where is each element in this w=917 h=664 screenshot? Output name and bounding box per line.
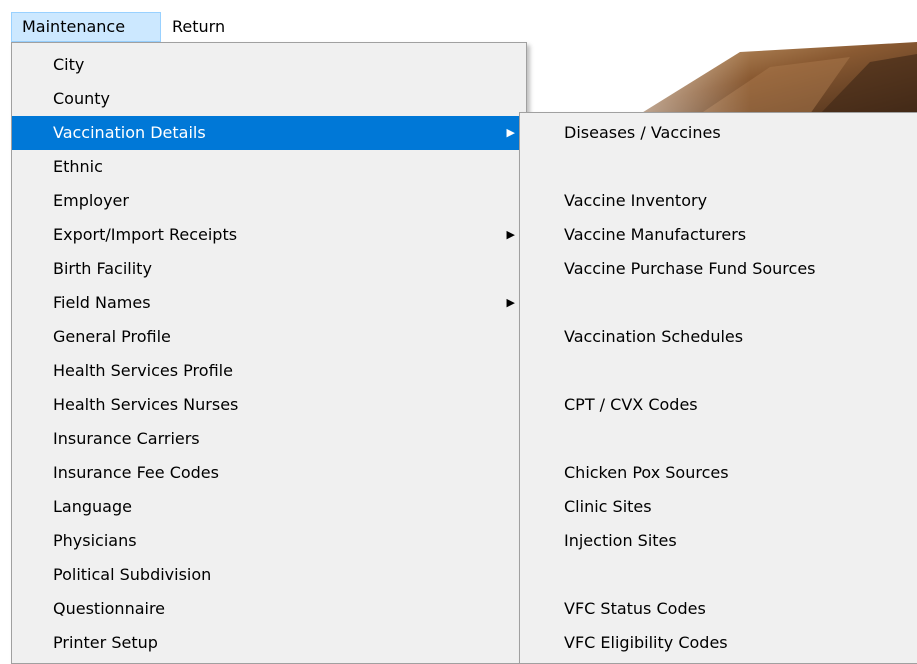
menu-item-language[interactable]: Language xyxy=(12,490,526,524)
submenu-separator xyxy=(520,286,917,320)
menu-item-political-subdivision[interactable]: Political Subdivision xyxy=(12,558,526,592)
menu-item-label: Employer xyxy=(53,191,129,210)
submenu-item-label: Vaccination Schedules xyxy=(564,327,744,346)
submenu-item-label: Vaccine Inventory xyxy=(564,191,708,210)
submenu-item-label: Chicken Pox Sources xyxy=(564,463,729,482)
menu-item-insurance-fee-codes[interactable]: Insurance Fee Codes xyxy=(12,456,526,490)
menu-bar: Maintenance Return xyxy=(0,0,917,44)
menu-item-label: Printer Setup xyxy=(53,633,158,652)
submenu-separator xyxy=(520,558,917,592)
menu-item-questionnaire[interactable]: Questionnaire xyxy=(12,592,526,626)
menu-maintenance[interactable]: Maintenance xyxy=(11,12,161,42)
menu-item-label: Physicians xyxy=(53,531,137,550)
menu-item-county[interactable]: County xyxy=(12,82,526,116)
menu-item-label: Questionnaire xyxy=(53,599,166,618)
submenu-separator xyxy=(520,422,917,456)
menu-item-label: Insurance Carriers xyxy=(53,429,200,448)
menu-item-label: Vaccination Details xyxy=(53,123,206,142)
menu-item-health-services-profile[interactable]: Health Services Profile xyxy=(12,354,526,388)
menu-item-birth-facility[interactable]: Birth Facility xyxy=(12,252,526,286)
menu-item-label: Health Services Nurses xyxy=(53,395,239,414)
menu-item-vaccination-details[interactable]: Vaccination Details ▶ xyxy=(12,116,526,150)
submenu-item-label: VFC Status Codes xyxy=(564,599,706,618)
submenu-separator xyxy=(520,354,917,388)
menu-item-label: Political Subdivision xyxy=(53,565,212,584)
menu-item-employer[interactable]: Employer xyxy=(12,184,526,218)
maintenance-dropdown: City County Vaccination Details ▶ Ethnic … xyxy=(11,42,527,664)
background-image xyxy=(520,42,917,114)
menu-item-health-services-nurses[interactable]: Health Services Nurses xyxy=(12,388,526,422)
triangle-right-icon: ▶ xyxy=(506,228,515,241)
menu-item-label: Health Services Profile xyxy=(53,361,233,380)
maintenance-menu-list: City County Vaccination Details ▶ Ethnic … xyxy=(12,48,526,660)
menu-item-insurance-carriers[interactable]: Insurance Carriers xyxy=(12,422,526,456)
triangle-right-icon: ▶ xyxy=(506,296,515,309)
submenu-item-vaccine-purchase-fund-sources[interactable]: Vaccine Purchase Fund Sources xyxy=(520,252,917,286)
submenu-item-vaccine-inventory[interactable]: Vaccine Inventory xyxy=(520,184,917,218)
menu-item-printer-setup[interactable]: Printer Setup xyxy=(12,626,526,660)
vaccination-submenu-list: Diseases / Vaccines Vaccine Inventory Va… xyxy=(520,116,917,660)
submenu-separator xyxy=(520,150,917,184)
submenu-item-label: Vaccine Manufacturers xyxy=(564,225,747,244)
submenu-item-label: Clinic Sites xyxy=(564,497,652,516)
menu-item-label: Insurance Fee Codes xyxy=(53,463,219,482)
menu-item-field-names[interactable]: Field Names ▶ xyxy=(12,286,526,320)
menu-item-label: County xyxy=(53,89,110,108)
menu-item-label: Field Names xyxy=(53,293,151,312)
submenu-item-clinic-sites[interactable]: Clinic Sites xyxy=(520,490,917,524)
menu-item-physicians[interactable]: Physicians xyxy=(12,524,526,558)
vaccination-details-submenu: Diseases / Vaccines Vaccine Inventory Va… xyxy=(519,112,917,664)
menu-item-label: Export/Import Receipts xyxy=(53,225,238,244)
submenu-item-vaccination-schedules[interactable]: Vaccination Schedules xyxy=(520,320,917,354)
triangle-right-icon: ▶ xyxy=(506,126,515,139)
submenu-item-injection-sites[interactable]: Injection Sites xyxy=(520,524,917,558)
menu-return[interactable]: Return xyxy=(162,12,244,42)
menu-item-label: Ethnic xyxy=(53,157,103,176)
menu-item-general-profile[interactable]: General Profile xyxy=(12,320,526,354)
menu-item-city[interactable]: City xyxy=(12,48,526,82)
submenu-item-label: CPT / CVX Codes xyxy=(564,395,698,414)
submenu-item-label: VFC Eligibility Codes xyxy=(564,633,728,652)
submenu-item-label: Vaccine Purchase Fund Sources xyxy=(564,259,816,278)
menu-item-label: Birth Facility xyxy=(53,259,152,278)
submenu-item-diseases-vaccines[interactable]: Diseases / Vaccines xyxy=(520,116,917,150)
submenu-item-vfc-eligibility-codes[interactable]: VFC Eligibility Codes xyxy=(520,626,917,660)
menu-item-label: City xyxy=(53,55,85,74)
submenu-item-chicken-pox-sources[interactable]: Chicken Pox Sources xyxy=(520,456,917,490)
menu-item-label: General Profile xyxy=(53,327,171,346)
menu-item-ethnic[interactable]: Ethnic xyxy=(12,150,526,184)
submenu-item-label: Injection Sites xyxy=(564,531,677,550)
submenu-item-cpt-cvx-codes[interactable]: CPT / CVX Codes xyxy=(520,388,917,422)
submenu-item-label: Diseases / Vaccines xyxy=(564,123,721,142)
submenu-item-vfc-status-codes[interactable]: VFC Status Codes xyxy=(520,592,917,626)
submenu-item-vaccine-manufacturers[interactable]: Vaccine Manufacturers xyxy=(520,218,917,252)
menu-item-export-import-receipts[interactable]: Export/Import Receipts ▶ xyxy=(12,218,526,252)
menu-item-label: Language xyxy=(53,497,132,516)
